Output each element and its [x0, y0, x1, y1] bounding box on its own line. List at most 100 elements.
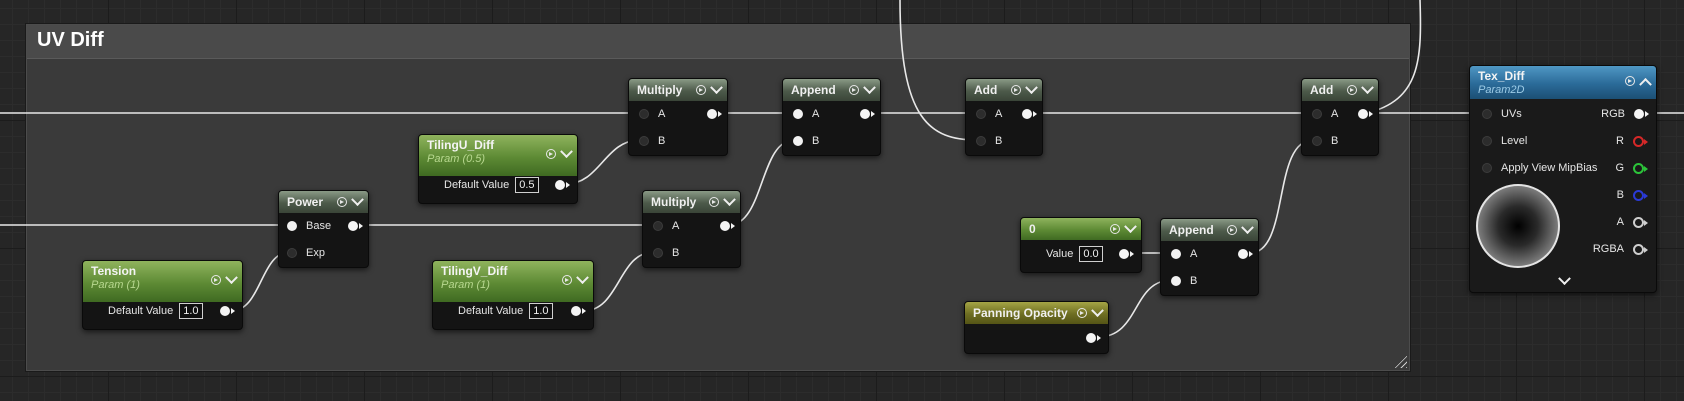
node-header[interactable]: Append	[783, 79, 880, 101]
output-pin-icon[interactable]	[555, 180, 570, 190]
preview-toggle-icon[interactable]	[562, 275, 572, 285]
output-pin-icon[interactable]	[1119, 249, 1134, 259]
output-pin-icon[interactable]	[1633, 216, 1648, 228]
node-tiling-u-diff[interactable]: TilingU_Diff Param (0.5) Default Value 0…	[418, 134, 578, 204]
collapse-chevron-icon[interactable]	[1124, 219, 1137, 233]
preview-toggle-icon[interactable]	[709, 197, 719, 207]
input-pin-icon[interactable]	[1312, 136, 1322, 146]
node-header[interactable]: Append	[1161, 219, 1258, 241]
default-value-field[interactable]: 1.0	[179, 303, 203, 319]
output-pin[interactable]	[220, 303, 235, 319]
output-pin[interactable]	[555, 177, 570, 193]
output-pin-rgba[interactable]: RGBA	[1593, 241, 1648, 257]
output-pin-icon[interactable]	[348, 221, 363, 231]
pin-base[interactable]: Base	[287, 218, 331, 234]
node-constant-0[interactable]: 0 Value 0.0	[1020, 217, 1142, 273]
pin-a[interactable]: A	[1312, 106, 1338, 122]
input-pin-icon[interactable]	[1482, 136, 1492, 146]
node-tiling-v-diff[interactable]: TilingV_Diff Param (1) Default Value 1.0	[432, 260, 594, 330]
node-header[interactable]: Add	[966, 79, 1042, 101]
preview-toggle-icon[interactable]	[1227, 225, 1237, 235]
output-pin-icon[interactable]	[1022, 109, 1037, 119]
pin-b[interactable]: B	[639, 133, 665, 149]
pin-a[interactable]: A	[639, 106, 665, 122]
input-pin-icon[interactable]	[976, 136, 986, 146]
input-pin-icon[interactable]	[639, 136, 649, 146]
node-header[interactable]: Multiply	[643, 191, 740, 213]
node-append-1[interactable]: Append A B	[782, 78, 881, 156]
input-pin-icon[interactable]	[1482, 109, 1492, 119]
node-header[interactable]: TilingU_Diff Param (0.5)	[419, 135, 577, 176]
pin-uvs[interactable]: UVs	[1482, 106, 1522, 122]
node-header[interactable]: Power	[279, 191, 368, 213]
preview-toggle-icon[interactable]	[1011, 85, 1021, 95]
collapse-chevron-icon[interactable]	[1639, 77, 1652, 91]
input-pin-icon[interactable]	[976, 109, 986, 119]
input-pin-icon[interactable]	[1482, 163, 1492, 173]
node-tex-diff[interactable]: Tex_Diff Param2D UVs Level Apply View Mi…	[1469, 65, 1657, 293]
preview-toggle-icon[interactable]	[211, 275, 221, 285]
pin-exp[interactable]: Exp	[287, 245, 325, 261]
input-pin-icon[interactable]	[287, 221, 297, 231]
node-header[interactable]: Panning Opacity	[965, 302, 1108, 324]
output-pin-icon[interactable]	[1634, 109, 1649, 119]
pin-a[interactable]: A	[1171, 246, 1197, 262]
collapse-chevron-icon[interactable]	[723, 192, 736, 206]
input-pin-icon[interactable]	[793, 136, 803, 146]
output-pin-icon[interactable]	[860, 109, 875, 119]
node-multiply-2[interactable]: Multiply A B	[642, 190, 741, 268]
input-pin-icon[interactable]	[1312, 109, 1322, 119]
collapse-chevron-icon[interactable]	[560, 144, 573, 158]
expand-chevron-icon[interactable]	[1558, 272, 1571, 286]
output-pin[interactable]	[1022, 106, 1037, 122]
output-pin-icon[interactable]	[707, 109, 722, 119]
output-pin-b[interactable]: B	[1617, 187, 1648, 203]
input-pin-icon[interactable]	[639, 109, 649, 119]
pin-a[interactable]: A	[653, 218, 679, 234]
node-header[interactable]: Tex_Diff Param2D	[1470, 66, 1656, 99]
output-pin-a[interactable]: A	[1617, 214, 1648, 230]
output-pin[interactable]	[860, 106, 875, 122]
node-header[interactable]: Tension Param (1)	[83, 261, 242, 302]
preview-toggle-icon[interactable]	[1625, 76, 1635, 86]
resize-grip-icon[interactable]	[1393, 354, 1407, 368]
output-pin[interactable]	[571, 303, 586, 319]
node-tension[interactable]: Tension Param (1) Default Value 1.0	[82, 260, 243, 330]
output-pin[interactable]	[720, 218, 735, 234]
collapse-chevron-icon[interactable]	[1025, 80, 1038, 94]
collapse-chevron-icon[interactable]	[576, 270, 589, 284]
preview-toggle-icon[interactable]	[337, 197, 347, 207]
pin-b[interactable]: B	[793, 133, 819, 149]
pin-apply-view-mipbias[interactable]: Apply View MipBias	[1482, 160, 1597, 176]
node-header[interactable]: 0	[1021, 218, 1141, 240]
pin-b[interactable]: B	[653, 245, 679, 261]
output-pin[interactable]	[1238, 246, 1253, 262]
input-pin-icon[interactable]	[653, 248, 663, 258]
collapse-chevron-icon[interactable]	[351, 192, 364, 206]
node-add-2[interactable]: Add A B	[1301, 78, 1379, 156]
comment-title-bar[interactable]: UV Diff	[27, 25, 1409, 59]
output-pin-g[interactable]: G	[1615, 160, 1648, 176]
output-pin-icon[interactable]	[1633, 135, 1648, 147]
output-pin-icon[interactable]	[1086, 333, 1101, 343]
input-pin-icon[interactable]	[653, 221, 663, 231]
pin-a[interactable]: A	[793, 106, 819, 122]
input-pin-icon[interactable]	[287, 248, 297, 258]
input-pin-icon[interactable]	[793, 109, 803, 119]
collapse-chevron-icon[interactable]	[1091, 303, 1104, 317]
input-pin-icon[interactable]	[1171, 249, 1181, 259]
pin-b[interactable]: B	[1171, 273, 1197, 289]
collapse-chevron-icon[interactable]	[710, 80, 723, 94]
output-pin-icon[interactable]	[220, 306, 235, 316]
collapse-chevron-icon[interactable]	[863, 80, 876, 94]
collapse-chevron-icon[interactable]	[1361, 80, 1374, 94]
node-multiply-1[interactable]: Multiply A B	[628, 78, 728, 156]
collapse-chevron-icon[interactable]	[225, 270, 238, 284]
output-pin[interactable]	[348, 218, 363, 234]
node-header[interactable]: Multiply	[629, 79, 727, 101]
pin-b[interactable]: B	[1312, 133, 1338, 149]
output-pin[interactable]	[1119, 246, 1134, 262]
value-field[interactable]: 0.0	[1079, 246, 1103, 262]
preview-toggle-icon[interactable]	[1110, 224, 1120, 234]
default-value-field[interactable]: 0.5	[515, 177, 539, 193]
